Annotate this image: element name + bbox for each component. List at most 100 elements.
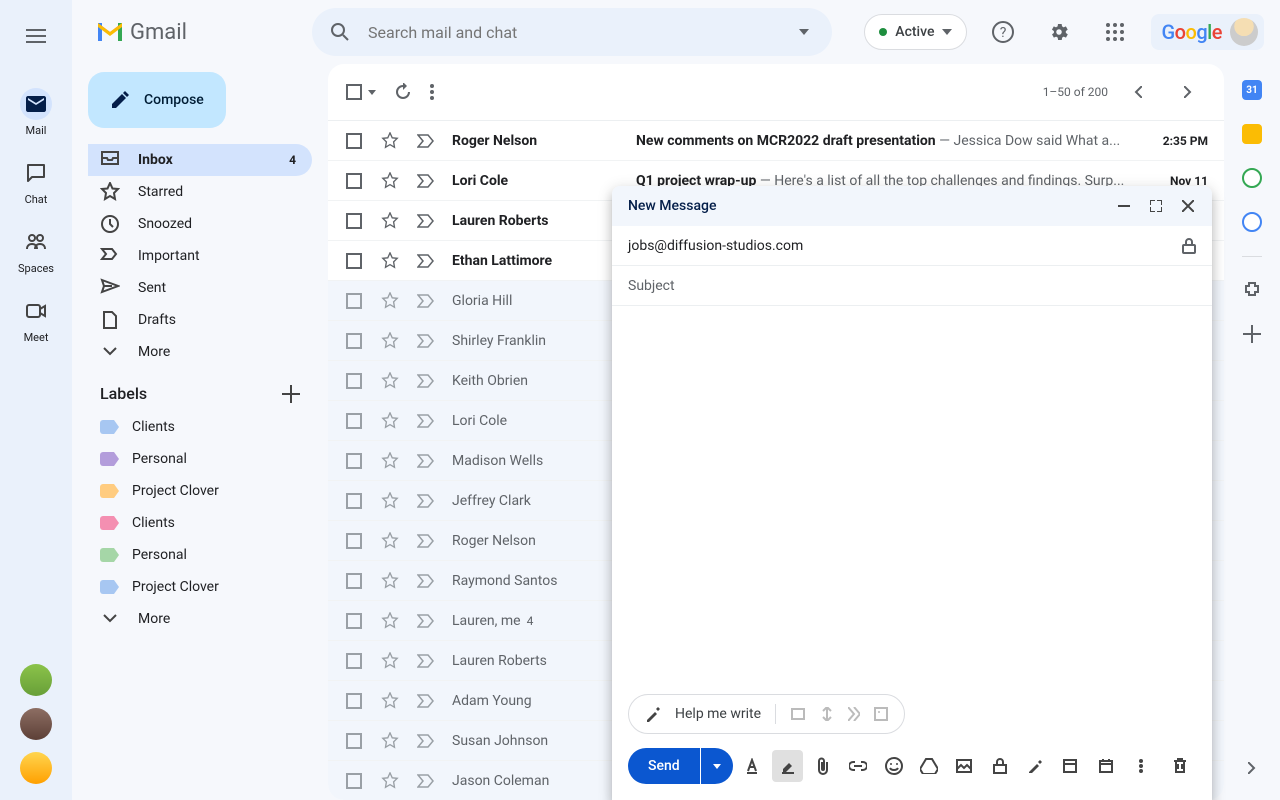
more-button[interactable] bbox=[430, 84, 434, 100]
template-button[interactable] bbox=[1055, 750, 1086, 782]
row-checkbox[interactable] bbox=[344, 651, 364, 671]
star-button[interactable] bbox=[380, 531, 400, 551]
subject-field[interactable] bbox=[612, 266, 1212, 306]
star-button[interactable] bbox=[380, 771, 400, 791]
row-checkbox[interactable] bbox=[344, 571, 364, 591]
important-button[interactable] bbox=[416, 131, 436, 151]
label-item[interactable]: Personal bbox=[88, 443, 312, 475]
tasks-addon[interactable] bbox=[1242, 168, 1262, 188]
star-button[interactable] bbox=[380, 371, 400, 391]
row-checkbox[interactable] bbox=[344, 371, 364, 391]
main-menu-button[interactable] bbox=[16, 16, 56, 56]
calendar-addon[interactable]: 31 bbox=[1242, 80, 1262, 100]
important-button[interactable] bbox=[416, 211, 436, 231]
shorten-icon[interactable] bbox=[820, 707, 834, 721]
help-me-write-button[interactable]: Help me write bbox=[628, 694, 905, 734]
contact-avatar[interactable] bbox=[20, 664, 52, 696]
star-button[interactable] bbox=[380, 731, 400, 751]
rail-item-spaces[interactable]: Spaces bbox=[8, 218, 64, 283]
important-button[interactable] bbox=[416, 171, 436, 191]
compose-header[interactable]: New Message bbox=[612, 186, 1212, 226]
star-button[interactable] bbox=[380, 611, 400, 631]
minimize-button[interactable] bbox=[1112, 194, 1136, 218]
folder-drafts[interactable]: Drafts bbox=[88, 304, 312, 336]
important-button[interactable] bbox=[416, 371, 436, 391]
text-format-button[interactable] bbox=[737, 750, 768, 782]
text-highlight-button[interactable] bbox=[772, 750, 803, 782]
important-button[interactable] bbox=[416, 571, 436, 591]
important-button[interactable] bbox=[416, 691, 436, 711]
prev-page-button[interactable] bbox=[1118, 72, 1158, 112]
status-pill[interactable]: Active bbox=[864, 14, 967, 50]
expand-side-panel-button[interactable] bbox=[1236, 752, 1268, 784]
row-checkbox[interactable] bbox=[344, 691, 364, 711]
signature-button[interactable] bbox=[1019, 750, 1050, 782]
next-page-button[interactable] bbox=[1168, 72, 1208, 112]
more-tools-button[interactable] bbox=[1125, 750, 1156, 782]
folder-starred[interactable]: Starred bbox=[88, 176, 312, 208]
important-button[interactable] bbox=[416, 531, 436, 551]
compose-button[interactable]: Compose bbox=[88, 72, 226, 128]
search-input[interactable] bbox=[368, 23, 776, 42]
star-button[interactable] bbox=[380, 291, 400, 311]
row-checkbox[interactable] bbox=[344, 291, 364, 311]
select-all-checkbox[interactable] bbox=[344, 82, 364, 102]
important-button[interactable] bbox=[416, 731, 436, 751]
folder-snoozed[interactable]: Snoozed bbox=[88, 208, 312, 240]
attach-button[interactable] bbox=[807, 750, 838, 782]
add-label-button[interactable] bbox=[282, 385, 300, 403]
star-button[interactable] bbox=[380, 411, 400, 431]
star-button[interactable] bbox=[380, 691, 400, 711]
select-dropdown-icon[interactable] bbox=[368, 90, 376, 95]
folder-more[interactable]: More bbox=[88, 336, 312, 368]
schedule-button[interactable] bbox=[1090, 750, 1121, 782]
subject-input[interactable] bbox=[628, 278, 1196, 294]
row-checkbox[interactable] bbox=[344, 171, 364, 191]
to-field[interactable]: jobs@diffusion-studios.com bbox=[612, 226, 1212, 266]
label-item[interactable]: Clients bbox=[88, 411, 312, 443]
rail-item-chat[interactable]: Chat bbox=[8, 149, 64, 214]
rail-item-meet[interactable]: Meet bbox=[8, 287, 64, 352]
gmail-logo[interactable]: Gmail bbox=[96, 20, 296, 45]
confidential-button[interactable] bbox=[984, 750, 1015, 782]
important-button[interactable] bbox=[416, 771, 436, 791]
star-button[interactable] bbox=[380, 331, 400, 351]
row-checkbox[interactable] bbox=[344, 611, 364, 631]
apps-button[interactable] bbox=[1095, 12, 1135, 52]
label-item[interactable]: Personal bbox=[88, 539, 312, 571]
star-button[interactable] bbox=[380, 571, 400, 591]
row-checkbox[interactable] bbox=[344, 451, 364, 471]
search-options-button[interactable] bbox=[784, 12, 824, 52]
row-checkbox[interactable] bbox=[344, 491, 364, 511]
row-checkbox[interactable] bbox=[344, 211, 364, 231]
drive-button[interactable] bbox=[913, 750, 944, 782]
keep-addon[interactable] bbox=[1242, 124, 1262, 144]
row-checkbox[interactable] bbox=[344, 771, 364, 791]
addon-extension-icon[interactable] bbox=[1242, 281, 1262, 301]
send-options-button[interactable] bbox=[701, 748, 733, 784]
draft-icon[interactable] bbox=[874, 707, 888, 721]
important-button[interactable] bbox=[416, 451, 436, 471]
important-button[interactable] bbox=[416, 611, 436, 631]
compose-body[interactable] bbox=[612, 306, 1212, 682]
folder-important[interactable]: Important bbox=[88, 240, 312, 272]
important-button[interactable] bbox=[416, 411, 436, 431]
link-button[interactable] bbox=[843, 750, 874, 782]
label-item[interactable]: Project Clover bbox=[88, 475, 312, 507]
row-checkbox[interactable] bbox=[344, 411, 364, 431]
important-button[interactable] bbox=[416, 251, 436, 271]
settings-button[interactable] bbox=[1039, 12, 1079, 52]
photo-button[interactable] bbox=[949, 750, 980, 782]
emoji-button[interactable] bbox=[878, 750, 909, 782]
folder-sent[interactable]: Sent bbox=[88, 272, 312, 304]
fullscreen-button[interactable] bbox=[1144, 194, 1168, 218]
close-button[interactable] bbox=[1176, 194, 1200, 218]
important-button[interactable] bbox=[416, 331, 436, 351]
send-button[interactable]: Send bbox=[628, 748, 700, 784]
get-addons-button[interactable] bbox=[1243, 325, 1261, 343]
search-bar[interactable] bbox=[312, 8, 832, 56]
label-item[interactable]: Clients bbox=[88, 507, 312, 539]
account-button[interactable]: Google bbox=[1151, 14, 1264, 50]
lock-icon[interactable] bbox=[1182, 238, 1196, 254]
search-icon[interactable] bbox=[320, 12, 360, 52]
